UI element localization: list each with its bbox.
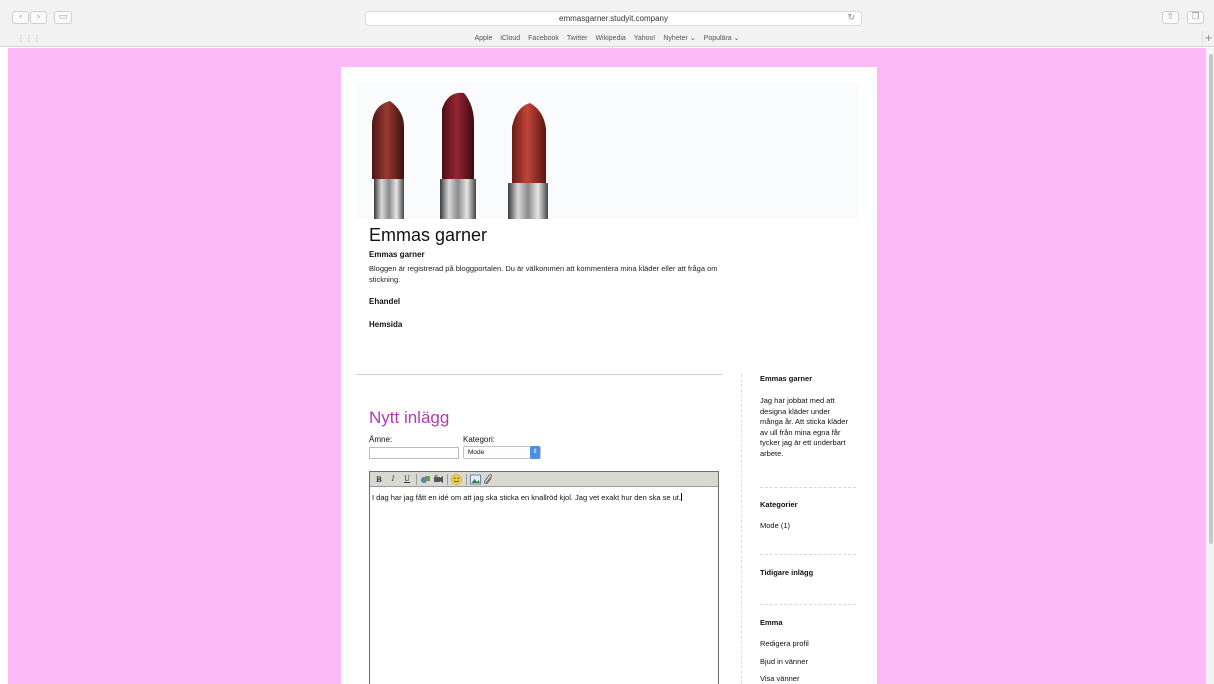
- smiley-icon[interactable]: [451, 474, 462, 485]
- favorite-twitter[interactable]: Twitter: [567, 35, 588, 42]
- forward-button[interactable]: ›: [30, 11, 47, 24]
- reload-icon[interactable]: ↻: [847, 12, 855, 25]
- post-body-text[interactable]: I dag har jag fått en idé om att jag ska…: [372, 493, 716, 502]
- blog-page: Emmas garner Emmas garner Bloggen är reg…: [341, 67, 877, 684]
- browser-toolbar: ‹ › ▭ emmasgarner.studyit.company ↻ ⇧ ❐: [0, 0, 1214, 31]
- favorite-facebook[interactable]: Facebook: [528, 35, 559, 42]
- sidebar-divider: [741, 374, 742, 684]
- hemsida-link[interactable]: Hemsida: [369, 320, 402, 329]
- toolbar-separator: [447, 474, 448, 485]
- sidebar-about-text: Jag har jobbat med att designa kläder un…: [760, 396, 848, 458]
- intro-heading: Emmas garner: [369, 250, 425, 259]
- post-editor[interactable]: B I U I dag har jag fått en idé om att j…: [369, 471, 719, 684]
- page-viewport: Emmas garner Emmas garner Bloggen är reg…: [8, 48, 1206, 684]
- ehandel-link[interactable]: Ehandel: [369, 297, 400, 306]
- italic-button[interactable]: I: [388, 474, 398, 485]
- scrollbar-thumb[interactable]: [1209, 54, 1213, 544]
- subject-label: Ämne:: [369, 435, 393, 444]
- content-divider: [356, 374, 722, 375]
- user-heading: Emma: [760, 618, 783, 627]
- video-icon[interactable]: [433, 474, 444, 485]
- new-tab-plus-icon[interactable]: +: [1202, 31, 1214, 47]
- intro-text: Bloggen är registrerad på bloggportalen.…: [369, 264, 718, 284]
- top-sites-grid-icon[interactable]: ⋮⋮⋮: [17, 34, 41, 43]
- category-label: Kategori:: [463, 435, 496, 444]
- sidebar-separator: [760, 487, 856, 488]
- new-post-heading: Nytt inlägg: [369, 408, 450, 427]
- category-select[interactable]: Mode ⇕: [463, 446, 541, 459]
- browser-chrome: ‹ › ▭ emmasgarner.studyit.company ↻ ⇧ ❐ …: [0, 0, 1214, 47]
- select-arrows-icon: ⇕: [530, 446, 540, 459]
- invite-friends-link[interactable]: Bjud in vänner: [760, 657, 860, 666]
- bold-button[interactable]: B: [374, 474, 384, 485]
- address-bar[interactable]: emmasgarner.studyit.company ↻: [365, 11, 862, 26]
- post-body-content: I dag har jag fått en idé om att jag ska…: [372, 493, 681, 502]
- share-icon[interactable]: ⇧: [1162, 11, 1179, 24]
- link-icon[interactable]: [420, 474, 431, 485]
- categories-heading: Kategorier: [760, 500, 798, 509]
- toolbar-separator: [416, 474, 417, 485]
- blog-title: Emmas garner: [369, 225, 488, 245]
- page-scrollbar[interactable]: [1206, 48, 1214, 684]
- attachment-paperclip-icon[interactable]: [483, 474, 494, 485]
- favorite-yahoo[interactable]: Yahoo!: [634, 35, 656, 42]
- text-caret: [680, 493, 682, 501]
- sidebar-separator: [760, 554, 856, 555]
- sidebar-about-heading: Emmas garner: [760, 374, 813, 383]
- favorite-icloud[interactable]: iCloud: [500, 35, 520, 42]
- favorite-apple[interactable]: Apple: [474, 35, 492, 42]
- editor-toolbar: B I U: [370, 472, 718, 487]
- toolbar-separator: [466, 474, 467, 485]
- url-text: emmasgarner.studyit.company: [559, 14, 668, 23]
- tabs-icon[interactable]: ❐: [1187, 11, 1204, 24]
- sidebar-separator: [760, 604, 856, 605]
- category-link-mode[interactable]: Mode (1): [760, 521, 860, 530]
- subject-input[interactable]: [369, 447, 459, 459]
- sidebar-toggle-icon[interactable]: ▭: [54, 11, 72, 24]
- edit-profile-link[interactable]: Redigera profil: [760, 639, 860, 648]
- lipsticks-illustration: [372, 92, 548, 219]
- underline-button[interactable]: U: [402, 474, 412, 485]
- favorite-wikipedia[interactable]: Wikipedia: [595, 35, 625, 42]
- image-icon[interactable]: [470, 474, 481, 485]
- favorite-nyheter[interactable]: Nyheter ⌄: [663, 35, 695, 42]
- category-selected-value: Mode: [468, 449, 485, 456]
- back-button[interactable]: ‹: [12, 11, 29, 24]
- archive-heading: Tidigare inlägg: [760, 568, 814, 577]
- favorites-bar: Apple iCloud Facebook Twitter Wikipedia …: [0, 31, 1214, 47]
- show-friends-link[interactable]: Visa vänner: [760, 674, 860, 683]
- favorite-populara[interactable]: Populära ⌄: [704, 35, 740, 42]
- header-banner-image: [356, 83, 858, 219]
